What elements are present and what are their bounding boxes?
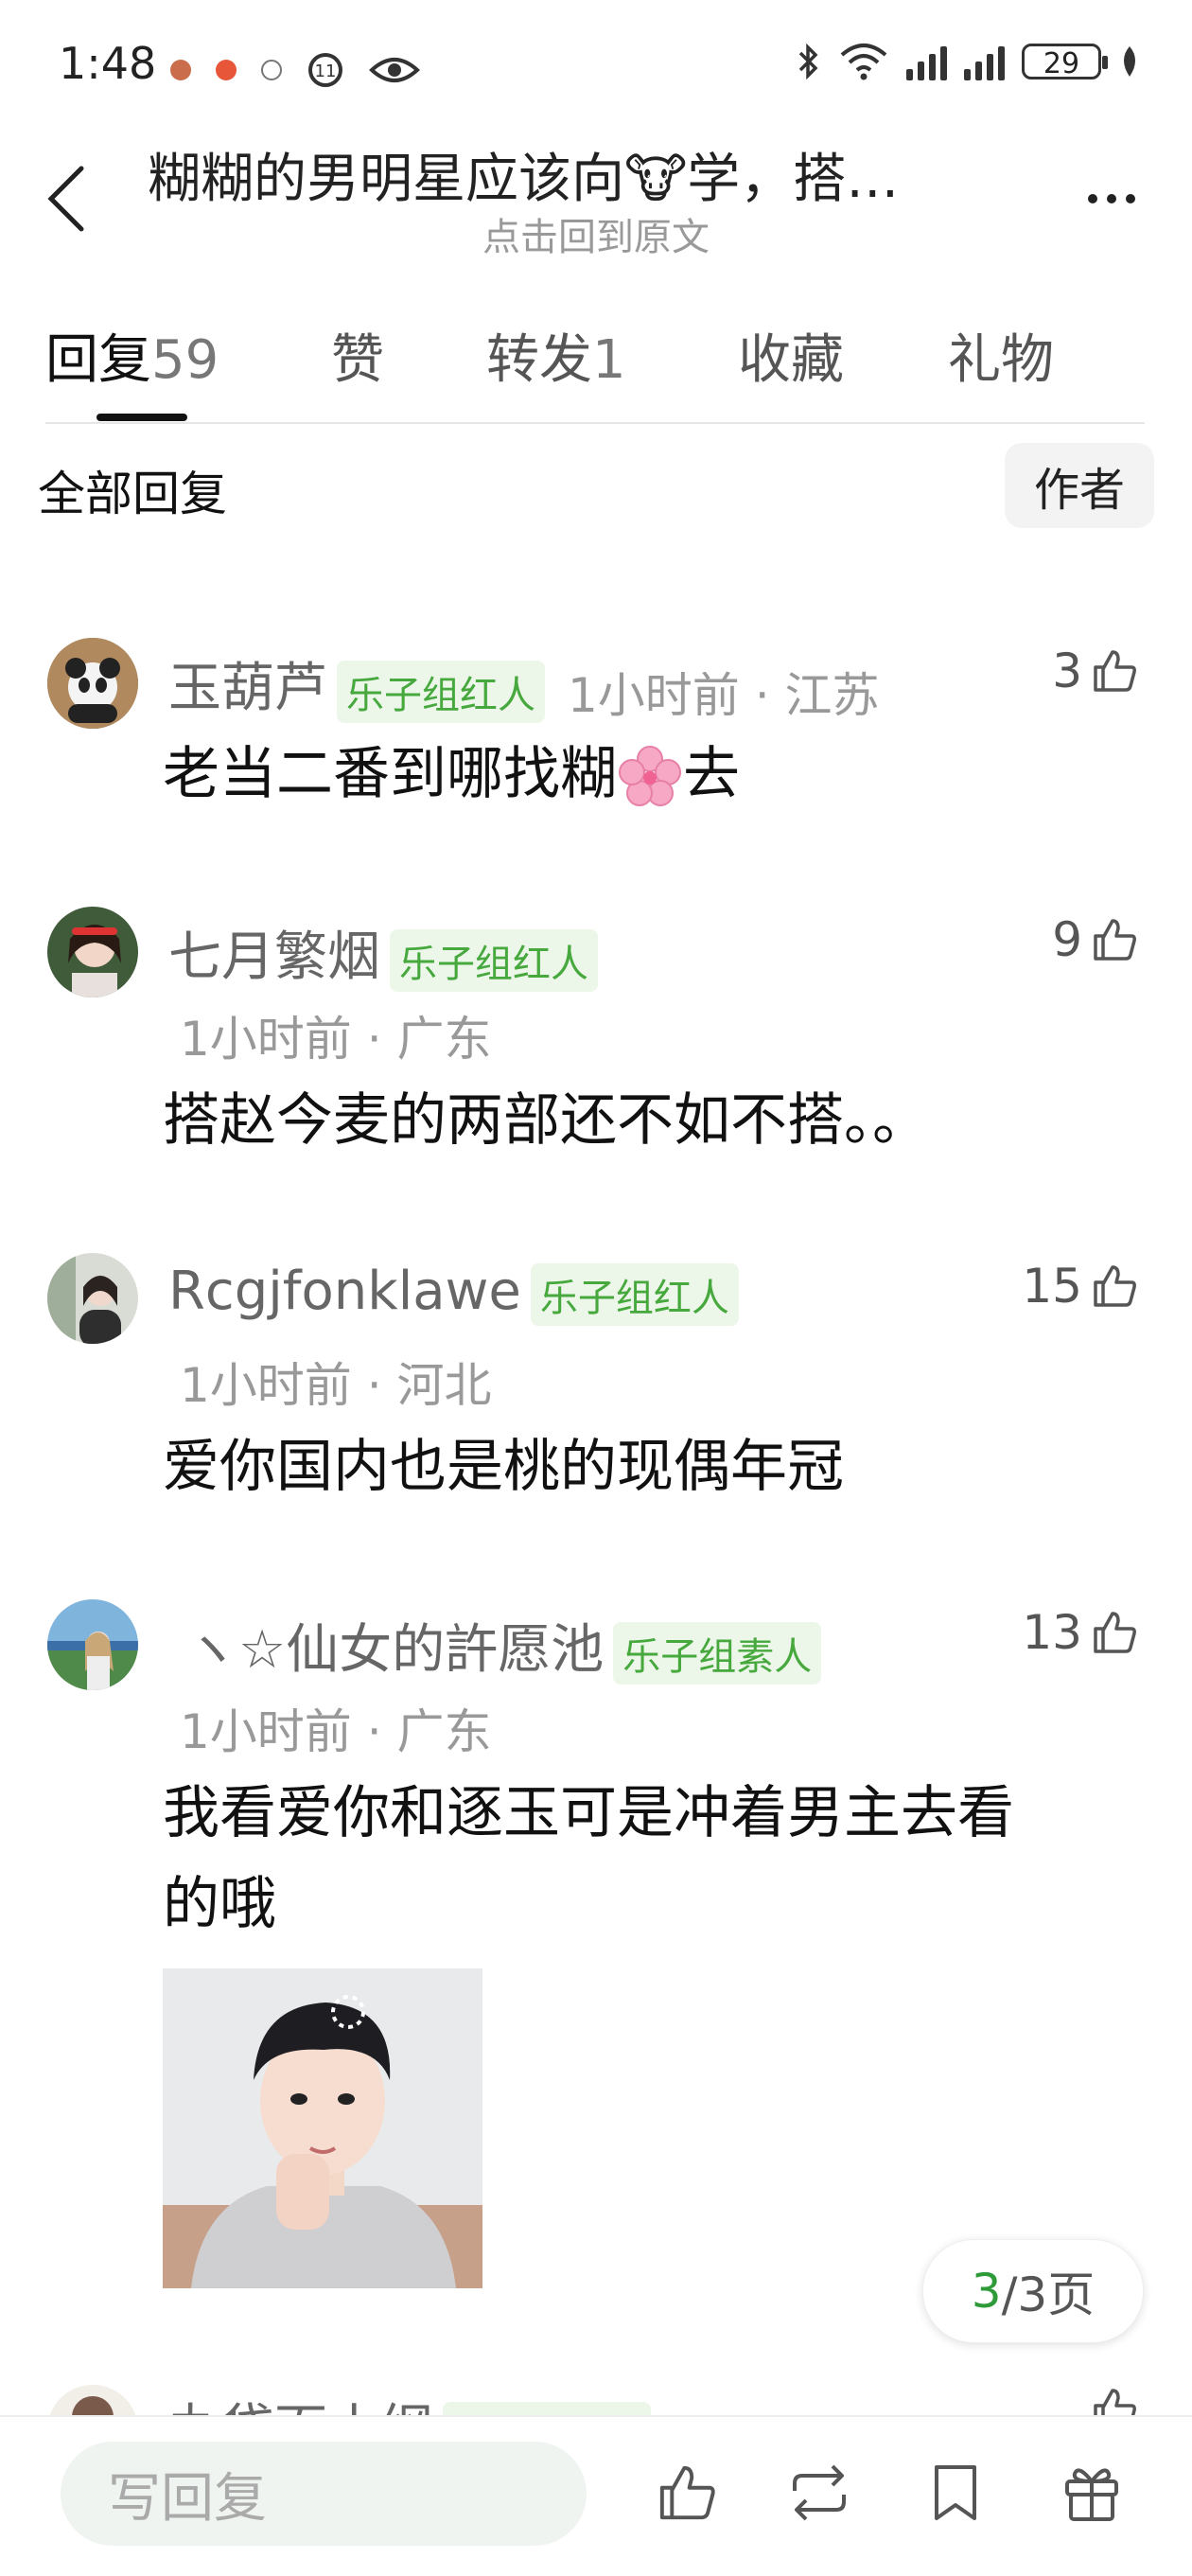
like-button[interactable]: 15 bbox=[1022, 1259, 1139, 1314]
eye-comfort-icon bbox=[369, 53, 420, 87]
all-replies-label: 全部回复 bbox=[38, 467, 227, 521]
back-to-original-link[interactable]: 点击回到原文 bbox=[0, 206, 1192, 261]
fan-badge[interactable]: 乐子组红人 bbox=[337, 660, 545, 723]
tab-replies[interactable]: 回复59 bbox=[45, 317, 219, 394]
battery-icon: 29 bbox=[1022, 44, 1108, 80]
thumbs-up-icon bbox=[659, 2465, 715, 2520]
favorite-button[interactable] bbox=[921, 2459, 990, 2527]
system-icons: 29 bbox=[797, 42, 1141, 81]
thumbs-up-icon bbox=[1094, 919, 1136, 961]
like-button[interactable] bbox=[1090, 2385, 1139, 2415]
app-notification-icon bbox=[261, 60, 282, 80]
more-options-button[interactable] bbox=[1069, 170, 1154, 227]
avatar[interactable] bbox=[47, 638, 138, 729]
comment-meta: 1小时前 · 江苏 bbox=[568, 667, 880, 723]
comment-text: 我看爱你和逐玉可是冲着男主去看 的哦 bbox=[163, 1780, 1014, 1937]
thumbs-up-icon bbox=[1094, 2389, 1136, 2415]
like-button[interactable]: 9 bbox=[1052, 912, 1139, 967]
signal-icon bbox=[964, 43, 1005, 80]
tab-reposts[interactable]: 转发1 bbox=[486, 317, 626, 394]
comment-meta: 1小时前 · 广东 bbox=[180, 1012, 492, 1067]
comment-username[interactable]: 玉葫芦 乐子组红人 1小时前 · 江苏 bbox=[168, 645, 880, 726]
cherry-blossom-emoji-icon bbox=[617, 744, 683, 810]
notification-icons: 11 bbox=[170, 51, 420, 89]
comment-item: 丸袋面小纲乐子组红人 bbox=[0, 2366, 1192, 2415]
tab-gifts[interactable]: 礼物 bbox=[948, 317, 1054, 394]
divider bbox=[45, 422, 1145, 424]
comment-username[interactable]: 丸袋面小纲乐子组红人 bbox=[168, 2387, 651, 2415]
comment-username[interactable]: Rcgjfonklawe 乐子组红人 bbox=[168, 1261, 739, 1326]
gift-button[interactable] bbox=[1058, 2459, 1126, 2527]
status-time: 1:48 bbox=[59, 38, 157, 89]
bookmark-icon bbox=[935, 2465, 976, 2520]
repost-icon bbox=[793, 2464, 846, 2521]
tab-favorites[interactable]: 收藏 bbox=[738, 317, 844, 394]
tab-bar: 回复59 赞 转发1 收藏 礼物 bbox=[45, 317, 1143, 421]
avatar[interactable] bbox=[47, 1599, 138, 1690]
like-button[interactable]: 3 bbox=[1052, 644, 1139, 698]
tab-likes[interactable]: 赞 bbox=[331, 317, 384, 394]
comment-meta: 1小时前 · 广东 bbox=[180, 1704, 492, 1759]
wifi-icon bbox=[838, 42, 889, 81]
thumbs-up-icon bbox=[1094, 650, 1136, 692]
like-button[interactable]: 13 bbox=[1022, 1605, 1139, 1660]
fan-badge[interactable]: 乐子组红人 bbox=[530, 1262, 739, 1326]
comment-image[interactable] bbox=[163, 1968, 482, 2288]
fan-badge[interactable]: 乐子组红人 bbox=[390, 928, 598, 992]
more-icon bbox=[1088, 194, 1097, 203]
leaf-icon bbox=[1118, 44, 1141, 79]
fan-badge[interactable]: 乐子组红人 bbox=[443, 2401, 651, 2415]
fan-badge[interactable]: 乐子组素人 bbox=[613, 1621, 822, 1685]
svg-text:11: 11 bbox=[315, 62, 337, 81]
bluetooth-icon bbox=[797, 42, 821, 81]
comment-meta: 1小时前 · 河北 bbox=[180, 1358, 492, 1413]
active-tab-indicator bbox=[96, 414, 187, 421]
comment-username[interactable]: 七月繁烟 乐子组红人 bbox=[168, 914, 598, 992]
avatar[interactable] bbox=[47, 1253, 138, 1344]
post-title[interactable]: 糊糊的男明星应该向🐮学，搭… bbox=[148, 136, 999, 213]
data-saver-icon: 11 bbox=[307, 51, 344, 89]
reply-input[interactable]: 写回复 bbox=[61, 2442, 587, 2546]
avatar[interactable] bbox=[47, 2385, 138, 2415]
page-indicator-button[interactable]: 3/3页 bbox=[922, 2239, 1144, 2343]
author-filter-button[interactable]: 作者 bbox=[1005, 443, 1154, 528]
app-notification-icon bbox=[170, 60, 191, 80]
repost-button[interactable] bbox=[785, 2459, 853, 2527]
bottom-action-bar: 写回复 bbox=[0, 2415, 1192, 2576]
status-bar: 1:48 11 29 bbox=[0, 0, 1192, 132]
comment-text: 爱你国内也是桃的现偶年冠 bbox=[163, 1434, 844, 1500]
post-header: 糊糊的男明星应该向🐮学，搭… 点击回到原文 bbox=[0, 132, 1192, 274]
avatar[interactable] bbox=[47, 907, 138, 997]
comment-username[interactable]: ヽ☆仙女的許愿池 乐子组素人 bbox=[185, 1607, 822, 1685]
like-post-button[interactable] bbox=[653, 2459, 721, 2527]
weibo-notification-icon bbox=[216, 60, 237, 80]
thumbs-up-icon bbox=[1094, 1612, 1136, 1653]
gift-icon bbox=[1065, 2468, 1118, 2521]
comment-text: 搭赵今麦的两部还不如不搭。。 bbox=[163, 1087, 929, 1154]
comment-text: 老当二番到哪找糊去 bbox=[163, 729, 1147, 820]
signal-icon bbox=[906, 43, 947, 80]
thumbs-up-icon bbox=[1094, 1265, 1136, 1307]
